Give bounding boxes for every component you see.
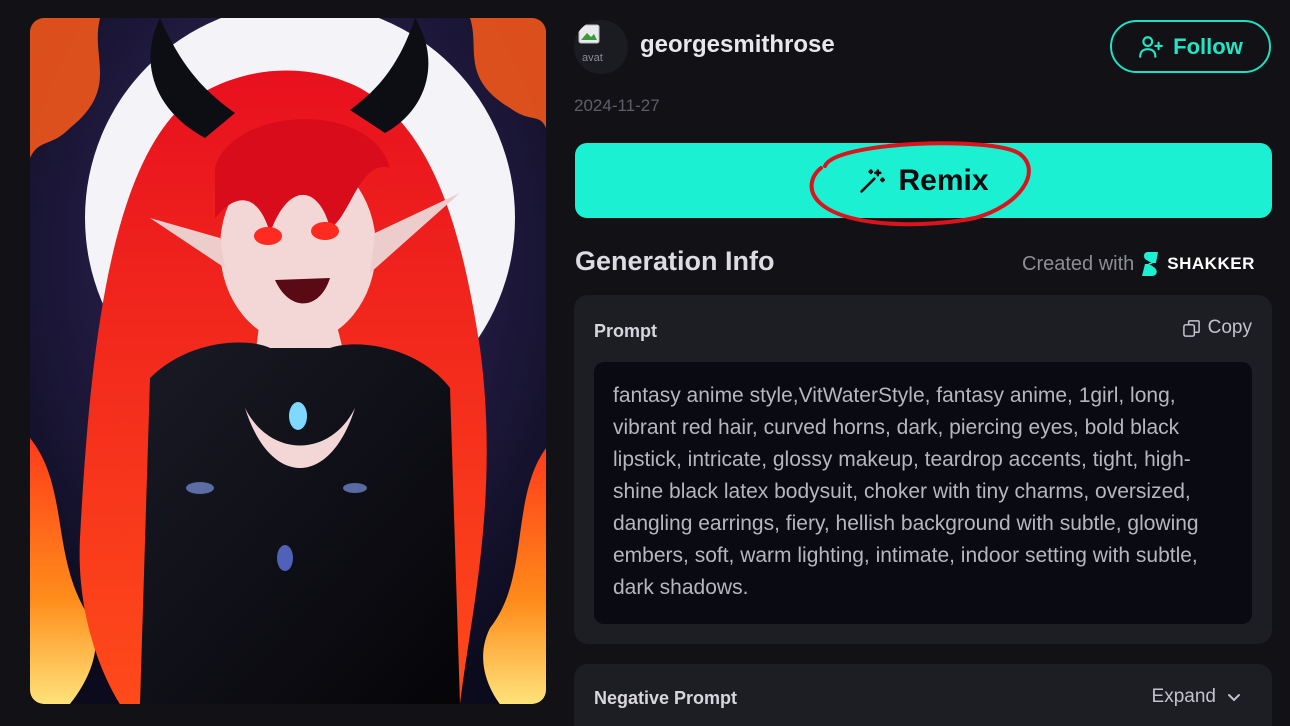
expand-button[interactable]: Expand: [1152, 686, 1242, 708]
shakker-logo[interactable]: SHAKKER: [1142, 250, 1255, 278]
prompt-card: Prompt Copy fantasy anime style,VitWater…: [574, 295, 1272, 644]
expand-label: Expand: [1151, 686, 1216, 707]
user-plus-icon: [1139, 35, 1164, 58]
chevron-down-icon: [1228, 694, 1240, 702]
generation-info-title: Generation Info: [575, 246, 775, 276]
follow-button[interactable]: Follow: [1110, 20, 1271, 73]
copy-button[interactable]: Copy: [1182, 317, 1252, 339]
created-with: Created with SHAKKER: [1022, 250, 1255, 278]
copy-icon: [1182, 319, 1200, 337]
artwork-image[interactable]: [30, 18, 546, 704]
remix-label: Remix: [898, 163, 989, 197]
magic-wand-icon: [860, 168, 886, 193]
shakker-wordmark: SHAKKER: [1167, 254, 1255, 273]
page: avat georgesmithrose Follow 2024-11-27 R…: [0, 0, 1290, 726]
remix-button[interactable]: Remix: [575, 143, 1272, 218]
negative-prompt-card: Negative Prompt Expand: [574, 664, 1272, 726]
follow-label: Follow: [1173, 33, 1243, 59]
avatar[interactable]: avat: [574, 20, 628, 74]
prompt-label: Prompt: [594, 321, 657, 341]
artwork-illustration: [30, 18, 546, 704]
prompt-text[interactable]: fantasy anime style,VitWaterStyle, fanta…: [594, 362, 1252, 624]
author-username[interactable]: georgesmithrose: [640, 31, 835, 59]
broken-image-icon: [578, 24, 600, 44]
avatar-alt-text: avat: [582, 52, 603, 64]
negative-prompt-label: Negative Prompt: [594, 688, 738, 708]
created-with-label: Created with: [1022, 252, 1135, 275]
shakker-logo-icon: [1142, 252, 1159, 276]
publish-date: 2024-11-27: [574, 96, 660, 115]
copy-label: Copy: [1207, 317, 1252, 338]
